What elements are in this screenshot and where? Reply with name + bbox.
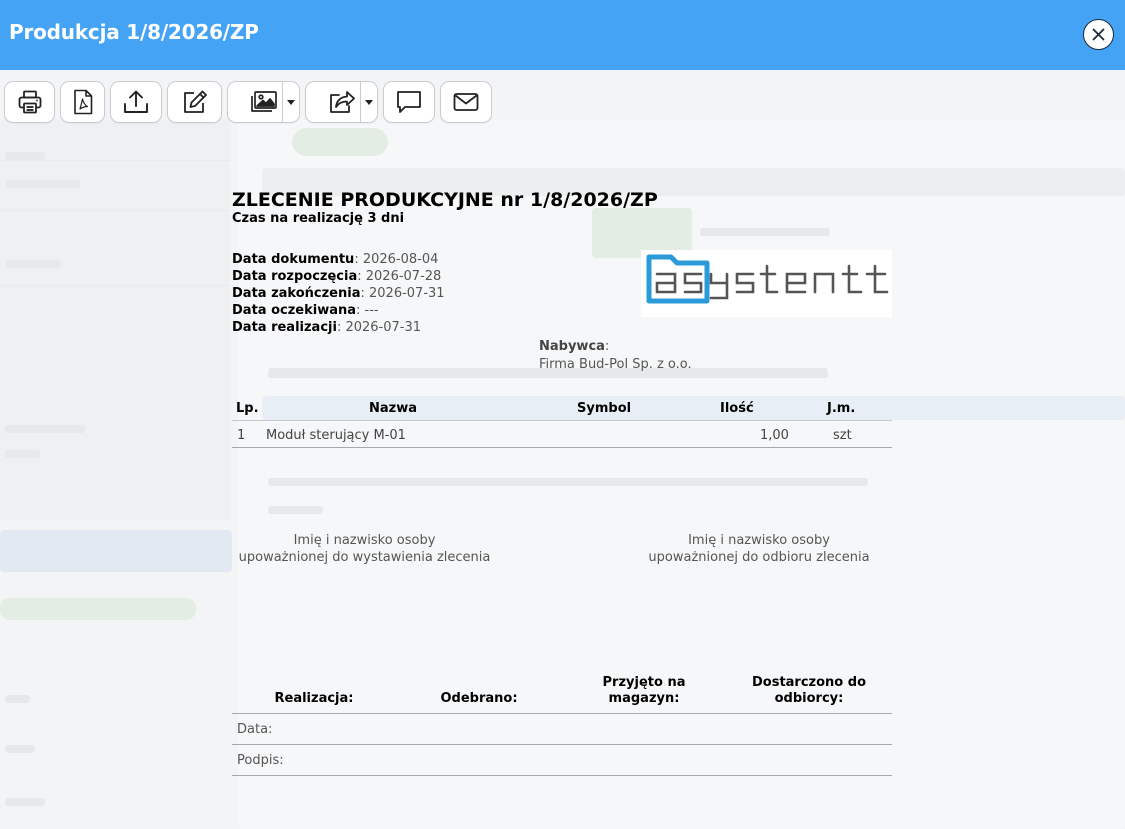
close-button[interactable]: [1083, 19, 1114, 50]
caret-down-icon: [287, 99, 295, 105]
window-title: Produkcja 1/8/2026/ZP: [9, 20, 259, 44]
pdf-button[interactable]: [60, 81, 105, 123]
footer-column-text: odbiorcy:: [774, 691, 844, 706]
footer-column-text: Realizacja:: [274, 691, 354, 706]
bg-text: [268, 478, 868, 486]
share-button[interactable]: [305, 81, 378, 123]
row-unit: szt: [833, 428, 852, 443]
gallery-dropdown[interactable]: [282, 82, 299, 122]
document-subtitle: Czas na realizację 3 dni: [232, 211, 405, 226]
document-dates: Data dokumentu: 2026-08-04 Data rozpoczę…: [232, 251, 445, 336]
bg-divider: [0, 160, 230, 161]
signature-line: upoważnionej do wystawienia zlecenia: [238, 550, 491, 565]
footer-column-text: magazyn:: [608, 691, 680, 706]
upload-icon: [124, 90, 148, 113]
signature-line: Imię i nazwisko osoby: [293, 533, 436, 548]
bg-text: [5, 180, 80, 188]
footer-column-text: Dostarczono do: [751, 675, 866, 690]
buyer-name: Firma Bud-Pol Sp. z o.o.: [539, 357, 692, 372]
date-value: 2026-08-04: [362, 252, 439, 267]
items-table: Lp. Nazwa Symbol Ilość J.m. 1 Moduł ster…: [232, 399, 892, 448]
print-icon: [18, 90, 41, 114]
comment-icon: [397, 91, 421, 113]
footer-column-header: Odebrano:: [439, 691, 519, 707]
close-icon: [1092, 28, 1105, 41]
footer-column-text: Odebrano:: [440, 691, 518, 706]
document-title: ZLECENIE PRODUKCYJNE nr 1/8/2026/ZP: [232, 189, 658, 211]
signature-line: Imię i nazwisko osoby: [688, 533, 830, 548]
buyer-section: Nabywca: Firma Bud-Pol Sp. z o.o.: [539, 339, 692, 372]
edit-button[interactable]: [167, 81, 222, 123]
company-logo: [641, 250, 892, 317]
upload-button[interactable]: [110, 81, 162, 123]
footer-row-date: Data:: [232, 714, 892, 745]
date-label: Data realizacji: [232, 320, 337, 335]
bg-text: [700, 228, 830, 236]
footer-row-signature: Podpis:: [232, 745, 892, 776]
items-table-header: Lp. Nazwa Symbol Ilość J.m.: [232, 399, 892, 421]
mail-icon: [453, 93, 479, 111]
bg-text: [5, 695, 30, 703]
bg-divider: [0, 210, 230, 211]
date-value: 2026-07-28: [365, 269, 442, 284]
toolbar: [0, 70, 1125, 123]
date-label: Data oczekiwana: [232, 303, 357, 318]
issuer-signature: Imię i nazwisko osoby upoważnionej do wy…: [232, 532, 497, 566]
bg-progress: [0, 598, 196, 620]
bg-text: [5, 152, 45, 160]
date-row: Data zakończenia: 2026-07-31: [232, 286, 445, 301]
row-name: Moduł sterujący M-01: [266, 428, 406, 443]
bg-text: [5, 425, 85, 433]
footer-row-label: Podpis:: [237, 753, 284, 768]
date-value: 2026-07-31: [345, 320, 422, 335]
print-button[interactable]: [4, 81, 55, 123]
footer-column-text: Przyjęto na: [602, 675, 686, 690]
share-icon: [329, 91, 355, 113]
bg-text: [5, 450, 40, 458]
table-row: 1 Moduł sterujący M-01 1,00 szt: [232, 421, 892, 448]
footer-table-header: Realizacja: Odebrano: Przyjęto na magazyn…: [232, 675, 892, 714]
titlebar: Produkcja 1/8/2026/ZP: [0, 0, 1125, 70]
row-lp: 1: [237, 428, 246, 443]
gallery-button[interactable]: [227, 81, 300, 123]
caret-down-icon: [365, 99, 373, 105]
date-label: Data zakończenia: [232, 286, 361, 301]
date-row: Data dokumentu: 2026-08-04: [232, 252, 439, 267]
bg-active-row: [0, 530, 232, 572]
edit-icon: [183, 90, 207, 113]
footer-row-label: Data:: [237, 722, 273, 737]
bg-text: [5, 260, 60, 268]
column-header: Nazwa: [369, 401, 418, 416]
pdf-icon: [73, 89, 92, 115]
bg-text: [268, 506, 323, 514]
column-header: Lp.: [236, 401, 259, 416]
row-qty: 1,00: [760, 428, 789, 443]
date-row: Data rozpoczęcia: 2026-07-28: [232, 269, 442, 284]
date-row: Data oczekiwana: ---: [232, 303, 379, 318]
column-header: Symbol: [577, 401, 632, 416]
bg-badge: [292, 128, 388, 156]
footer-column-header: Realizacja:: [274, 691, 354, 707]
gallery-icon: [250, 91, 277, 112]
share-dropdown[interactable]: [360, 82, 377, 122]
footer-table: Realizacja: Odebrano: Przyjęto na magazyn…: [232, 675, 892, 776]
buyer-label: Nabywca: [539, 339, 605, 354]
bg-divider: [0, 285, 230, 286]
comment-button[interactable]: [383, 81, 435, 123]
signature-line: upoważnionej do odbioru zlecenia: [648, 550, 870, 565]
footer-column-header: Dostarczono do odbiorcy:: [744, 675, 874, 707]
date-row: Data realizacji: 2026-07-31: [232, 320, 422, 335]
date-label: Data rozpoczęcia: [232, 269, 358, 284]
column-header: J.m.: [827, 401, 856, 416]
bg-text: [5, 745, 35, 753]
receiver-signature: Imię i nazwisko osoby upoważnionej do od…: [634, 532, 884, 566]
footer-column-header: Przyjęto na magazyn:: [594, 675, 694, 707]
column-header: Ilość: [720, 401, 754, 416]
mail-button[interactable]: [440, 81, 492, 123]
date-value: 2026-07-31: [369, 286, 445, 301]
date-value: ---: [364, 303, 379, 318]
date-label: Data dokumentu: [232, 252, 355, 267]
bg-text: [5, 798, 45, 806]
